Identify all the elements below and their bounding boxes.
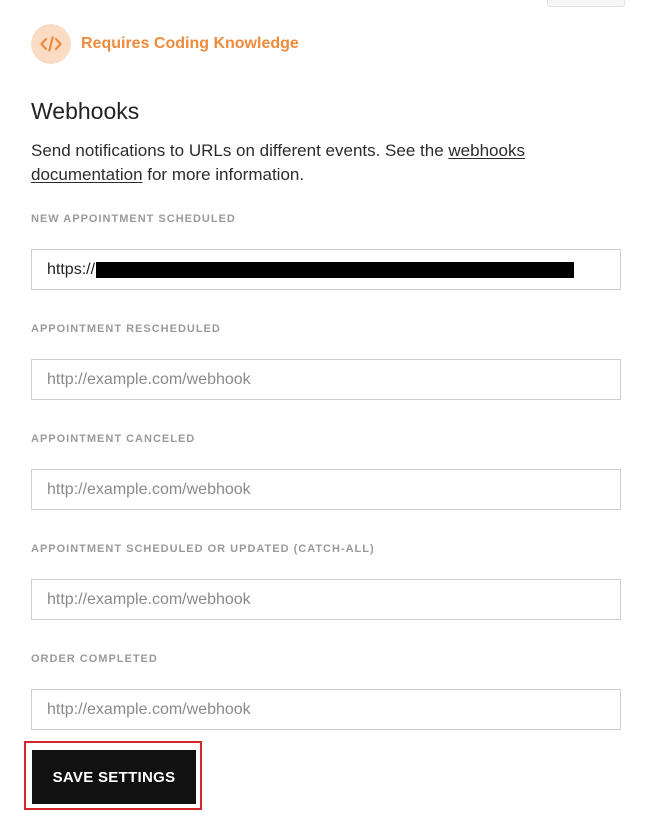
new-appointment-scheduled-field[interactable]: https:// [31, 249, 621, 290]
appointment-canceled-label: APPOINTMENT CANCELED [31, 433, 196, 445]
appointment-rescheduled-label: APPOINTMENT RESCHEDULED [31, 323, 221, 335]
order-completed-field[interactable] [31, 689, 621, 730]
redacted-url-bar [96, 261, 575, 278]
code-icon [31, 24, 71, 64]
appointment-canceled-input[interactable] [32, 470, 620, 509]
save-button-highlight: SAVE SETTINGS [24, 741, 202, 810]
url-prefix-text: https:// [47, 260, 96, 278]
appointment-rescheduled-input[interactable] [32, 360, 620, 399]
new-appointment-scheduled-label: NEW APPOINTMENT SCHEDULED [31, 213, 236, 225]
coding-knowledge-badge: Requires Coding Knowledge [31, 24, 299, 64]
description-text-after: for more information. [142, 165, 305, 184]
page-title: Webhooks [31, 98, 140, 124]
section-description: Send notifications to URLs on different … [31, 139, 621, 187]
badge-label: Requires Coding Knowledge [81, 35, 299, 52]
appointment-catch-all-input[interactable] [32, 580, 620, 619]
top-partial-button[interactable] [547, 0, 625, 7]
appointment-catch-all-field[interactable] [31, 579, 621, 620]
order-completed-label: ORDER COMPLETED [31, 653, 158, 665]
appointment-rescheduled-field[interactable] [31, 359, 621, 400]
new-appointment-scheduled-value: https:// [47, 250, 575, 289]
description-text-before: Send notifications to URLs on different … [31, 141, 449, 160]
order-completed-input[interactable] [32, 690, 620, 729]
save-settings-button[interactable]: SAVE SETTINGS [32, 750, 196, 804]
appointment-catch-all-label: APPOINTMENT SCHEDULED OR UPDATED (CATCH-… [31, 543, 375, 555]
appointment-canceled-field[interactable] [31, 469, 621, 510]
